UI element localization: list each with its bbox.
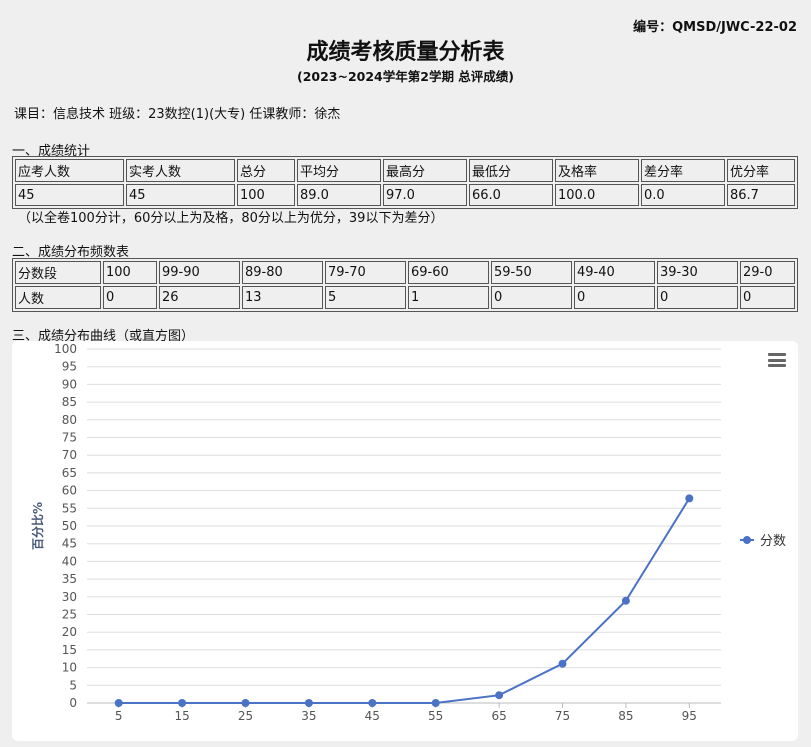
table-cell: 100 — [103, 261, 157, 284]
table-cell: 39-30 — [657, 261, 738, 284]
distribution-table: 分数段 100 99-90 89-80 79-70 69-60 59-50 49… — [12, 258, 798, 312]
table-cell: 13 — [242, 286, 323, 309]
y-tick-label: 60 — [62, 484, 77, 498]
y-tick-label: 75 — [62, 431, 77, 445]
table-cell: 29-0 — [740, 261, 795, 284]
y-axis-label: 百分比% — [30, 502, 45, 550]
table-cell: 79-70 — [325, 261, 406, 284]
document-code: 编号：QMSD/JWC-22-02 — [633, 20, 797, 35]
table-cell: 99-90 — [159, 261, 240, 284]
table-cell: 最低分 — [469, 159, 553, 182]
grading-note: （以全卷100分计，60分以上为及格，80分以上为优分，39以下为差分） — [18, 211, 444, 226]
statistics-table: 应考人数 实考人数 总分 平均分 最高分 最低分 及格率 差分率 优分率 45 … — [12, 156, 798, 209]
distribution-range-row: 分数段 100 99-90 89-80 79-70 69-60 59-50 49… — [15, 261, 795, 284]
table-cell: 86.7 — [727, 184, 795, 206]
table-cell: 100.0 — [555, 184, 639, 206]
table-cell: 最高分 — [383, 159, 467, 182]
table-cell: 1 — [408, 286, 489, 309]
table-cell: 69-60 — [408, 261, 489, 284]
y-tick-label: 30 — [62, 590, 77, 604]
table-cell: 总分 — [237, 159, 295, 182]
y-tick-label: 10 — [62, 661, 77, 675]
table-cell: 实考人数 — [126, 159, 235, 182]
table-cell: 89.0 — [297, 184, 381, 206]
distribution-chart: 0 5 10 15 20 25 30 35 40 45 50 55 60 65 70 75 80 85 90 95 10… — [12, 341, 798, 741]
data-point — [368, 699, 377, 707]
x-tick-label: 85 — [618, 709, 633, 723]
table-cell: 66.0 — [469, 184, 553, 206]
data-point — [495, 691, 504, 700]
table-cell: 97.0 — [383, 184, 467, 206]
statistics-value-row: 45 45 100 89.0 97.0 66.0 100.0 0.0 86.7 — [15, 184, 795, 206]
y-tick-label: 40 — [62, 554, 77, 568]
x-tick-label: 55 — [428, 709, 443, 723]
table-cell: 89-80 — [242, 261, 323, 284]
y-tick-label: 20 — [62, 625, 77, 639]
y-tick-label: 50 — [62, 519, 77, 533]
table-cell: 26 — [159, 286, 240, 309]
data-point — [558, 659, 567, 668]
table-cell: 0 — [657, 286, 738, 309]
data-point — [304, 699, 313, 707]
chart-menu-icon[interactable] — [768, 353, 786, 367]
legend-label: 分数 — [760, 534, 786, 549]
x-tick-label: 25 — [238, 709, 253, 723]
table-cell: 49-40 — [574, 261, 655, 284]
y-tick-label: 85 — [62, 395, 77, 409]
distribution-count-row: 人数 0 26 13 5 1 0 0 0 0 — [15, 286, 795, 309]
table-cell: 5 — [325, 286, 406, 309]
data-point — [621, 596, 630, 605]
data-point — [431, 699, 440, 707]
series-line — [118, 497, 691, 704]
table-cell: 45 — [126, 184, 235, 206]
y-tick-label: 80 — [62, 413, 77, 427]
y-tick-label: 70 — [62, 448, 77, 462]
data-point — [178, 699, 187, 707]
y-tick-label: 0 — [69, 696, 77, 710]
page-title: 成绩考核质量分析表 — [306, 40, 505, 65]
table-cell: 100 — [237, 184, 295, 206]
table-cell: 优分率 — [727, 159, 795, 182]
data-point — [114, 699, 123, 707]
table-cell: 分数段 — [15, 261, 101, 284]
x-tick-label: 75 — [555, 709, 570, 723]
table-cell: 0 — [740, 286, 795, 309]
chart-canvas: 0 5 10 15 20 25 30 35 40 45 50 55 60 65 70 75 80 85 90 95 10… — [30, 342, 786, 723]
table-cell: 0 — [491, 286, 572, 309]
y-tick-label: 65 — [62, 466, 77, 480]
y-tick-label: 5 — [69, 678, 77, 692]
table-cell: 及格率 — [555, 159, 639, 182]
x-tick-label: 45 — [365, 709, 380, 723]
y-tick-label: 90 — [62, 377, 77, 391]
x-tick-label: 95 — [682, 709, 697, 723]
table-cell: 差分率 — [641, 159, 725, 182]
table-cell: 0.0 — [641, 184, 725, 206]
table-cell: 应考人数 — [15, 159, 124, 182]
table-cell: 59-50 — [491, 261, 572, 284]
y-tick-label: 95 — [62, 360, 77, 374]
statistics-header-row: 应考人数 实考人数 总分 平均分 最高分 最低分 及格率 差分率 优分率 — [15, 159, 795, 182]
table-cell: 45 — [15, 184, 124, 206]
page-subtitle: (2023~2024学年第2学期 总评成绩) — [296, 69, 515, 84]
y-tick-label: 35 — [62, 572, 77, 586]
y-tick-label: 25 — [62, 608, 77, 622]
y-tick-label: 55 — [62, 501, 77, 515]
table-cell: 0 — [574, 286, 655, 309]
data-point — [685, 494, 694, 503]
legend-marker — [743, 536, 751, 544]
x-tick-label: 5 — [115, 709, 123, 723]
x-tick-label: 65 — [491, 709, 506, 723]
course-info: 课目：信息技术 班级：23数控(1)(大专) 任课教师：徐杰 — [14, 107, 341, 122]
table-cell: 人数 — [15, 286, 101, 309]
table-cell: 平均分 — [297, 159, 381, 182]
y-tick-label: 100 — [54, 342, 77, 356]
y-tick-label: 45 — [62, 537, 77, 551]
data-point — [241, 699, 250, 707]
x-tick-label: 35 — [301, 709, 316, 723]
x-tick-label: 15 — [174, 709, 189, 723]
y-tick-label: 15 — [62, 643, 77, 657]
table-cell: 0 — [103, 286, 157, 309]
